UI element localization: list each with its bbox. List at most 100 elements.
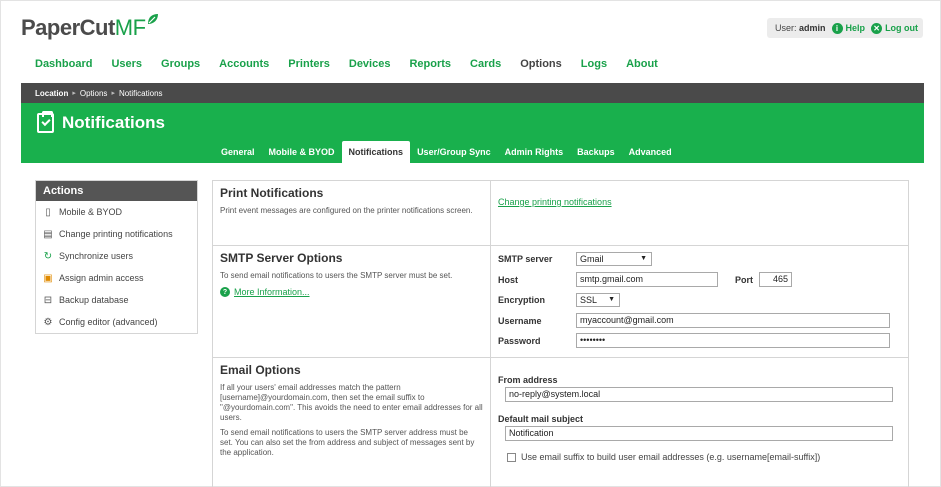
email-options-desc-1: If all your users' email addresses match… bbox=[220, 383, 483, 422]
smtp-server-select[interactable]: Gmail ▼ bbox=[576, 252, 652, 266]
action-label: Mobile & BYOD bbox=[59, 207, 123, 217]
user-panel: User: admin i Help ✕ Log out bbox=[767, 18, 923, 38]
smtp-heading: SMTP Server Options bbox=[220, 251, 343, 265]
port-label: Port bbox=[735, 275, 753, 285]
email-options-desc-2: To send email notifications to users the… bbox=[220, 428, 475, 457]
host-label: Host bbox=[498, 275, 518, 285]
breadcrumb-location[interactable]: Location bbox=[35, 89, 68, 98]
tab-admin-rights[interactable]: Admin Rights bbox=[498, 141, 571, 163]
page-header: Notifications General Mobile & BYOD Noti… bbox=[21, 103, 924, 163]
logo-text-mf: MF bbox=[114, 15, 146, 40]
change-printing-notifications-link[interactable]: Change printing notifications bbox=[498, 197, 612, 207]
nav-logs[interactable]: Logs bbox=[581, 56, 607, 82]
user-label: User: admin bbox=[775, 23, 826, 33]
help-link[interactable]: i Help bbox=[831, 22, 866, 34]
password-label: Password bbox=[498, 336, 541, 346]
action-label: Assign admin access bbox=[59, 273, 144, 283]
breadcrumb-options[interactable]: Options bbox=[80, 89, 108, 98]
email-options-section: Email Options If all your users' email a… bbox=[213, 358, 908, 487]
email-options-heading: Email Options bbox=[220, 363, 301, 377]
breadcrumb-separator-icon: ▸ bbox=[111, 90, 115, 97]
more-information-label: More Information... bbox=[234, 287, 310, 297]
encryption-value: SSL bbox=[580, 295, 598, 305]
nav-reports[interactable]: Reports bbox=[409, 56, 451, 82]
logout-label: Log out bbox=[885, 23, 919, 33]
app-window: PaperCutMF User: admin i Help ✕ Log out Da… bbox=[0, 0, 941, 487]
chevron-down-icon: ▼ bbox=[608, 296, 615, 303]
action-label: Change printing notifications bbox=[59, 229, 173, 239]
logout-link[interactable]: ✕ Log out bbox=[871, 22, 919, 34]
host-input[interactable]: smtp.gmail.com bbox=[576, 272, 718, 287]
help-label: Help bbox=[845, 23, 866, 33]
encryption-label: Encryption bbox=[498, 295, 546, 305]
nav-printers[interactable]: Printers bbox=[288, 56, 330, 82]
action-label: Backup database bbox=[59, 295, 129, 305]
action-synchronize-users[interactable]: ↻ Synchronize users bbox=[36, 245, 197, 267]
actions-title: Actions bbox=[36, 181, 197, 201]
action-backup-database[interactable]: ⊟ Backup database bbox=[36, 289, 197, 311]
logo-text-papercut: PaperCut bbox=[21, 15, 115, 40]
nav-options[interactable]: Options bbox=[520, 56, 562, 93]
email-suffix-label: Use email suffix to build user email add… bbox=[521, 452, 821, 462]
close-icon: ✕ bbox=[871, 22, 883, 34]
username-input[interactable]: myaccount@gmail.com bbox=[576, 313, 890, 328]
database-icon: ⊟ bbox=[43, 294, 53, 306]
page-title-row: Notifications bbox=[37, 111, 165, 133]
breadcrumb: Location ▸ Options ▸ Notifications bbox=[21, 83, 924, 103]
papercut-logo[interactable]: PaperCutMF bbox=[21, 14, 158, 49]
help-icon: i bbox=[831, 22, 843, 34]
lock-icon: ▣ bbox=[43, 272, 53, 284]
gear-icon: ⚙ bbox=[43, 316, 53, 328]
more-information-link[interactable]: ? More Information... bbox=[220, 287, 483, 297]
encryption-select[interactable]: SSL ▼ bbox=[576, 293, 620, 307]
nav-devices[interactable]: Devices bbox=[349, 56, 391, 82]
nav-users[interactable]: Users bbox=[111, 56, 142, 82]
smtp-server-label: SMTP server bbox=[498, 254, 553, 264]
smtp-server-value: Gmail bbox=[580, 254, 604, 264]
actions-panel: Actions ▯ Mobile & BYOD ▤ Change printin… bbox=[35, 180, 198, 334]
leaf-icon bbox=[148, 14, 158, 24]
action-label: Config editor (advanced) bbox=[59, 317, 158, 327]
tab-user-group-sync[interactable]: User/Group Sync bbox=[410, 141, 498, 163]
print-notifications-desc: Print event messages are configured on t… bbox=[220, 206, 473, 215]
nav-groups[interactable]: Groups bbox=[161, 56, 200, 82]
page-title: Notifications bbox=[62, 113, 165, 132]
default-subject-input[interactable]: Notification bbox=[505, 426, 893, 441]
nav-about[interactable]: About bbox=[626, 56, 658, 82]
smtp-section: SMTP Server Options To send email notifi… bbox=[213, 246, 908, 358]
username-label: Username bbox=[498, 316, 542, 326]
nav-accounts[interactable]: Accounts bbox=[219, 56, 269, 82]
breadcrumb-notifications: Notifications bbox=[118, 88, 163, 98]
print-notifications-section: Print Notifications Print event messages… bbox=[213, 181, 908, 246]
nav-dashboard[interactable]: Dashboard bbox=[35, 56, 92, 82]
print-notifications-heading: Print Notifications bbox=[220, 186, 324, 200]
from-address-label: From address bbox=[498, 375, 558, 385]
action-assign-admin-access[interactable]: ▣ Assign admin access bbox=[36, 267, 197, 289]
sync-icon: ↻ bbox=[43, 250, 53, 262]
action-config-editor[interactable]: ⚙ Config editor (advanced) bbox=[36, 311, 197, 333]
user-name: admin bbox=[799, 23, 826, 33]
tab-mobile-byod[interactable]: Mobile & BYOD bbox=[262, 141, 342, 163]
password-input[interactable]: •••••••• bbox=[576, 333, 890, 348]
port-input[interactable]: 465 bbox=[759, 272, 792, 287]
nav-cards[interactable]: Cards bbox=[470, 56, 501, 82]
tab-backups[interactable]: Backups bbox=[570, 141, 622, 163]
question-icon: ? bbox=[220, 287, 230, 297]
action-change-printing-notifications[interactable]: ▤ Change printing notifications bbox=[36, 223, 197, 245]
main-nav: Dashboard Users Groups Accounts Printers… bbox=[35, 56, 677, 93]
mobile-icon: ▯ bbox=[45, 206, 51, 218]
from-address-input[interactable]: no-reply@system.local bbox=[505, 387, 893, 402]
email-suffix-checkbox[interactable] bbox=[507, 453, 516, 462]
tab-general[interactable]: General bbox=[214, 141, 262, 163]
printer-icon: ▤ bbox=[43, 228, 53, 240]
clipboard-check-icon bbox=[37, 111, 54, 133]
breadcrumb-separator-icon: ▸ bbox=[72, 90, 76, 97]
options-subtabs: General Mobile & BYOD Notifications User… bbox=[214, 141, 679, 163]
chevron-down-icon: ▼ bbox=[640, 255, 647, 262]
settings-table: Print Notifications Print event messages… bbox=[212, 180, 909, 487]
action-mobile-byod[interactable]: ▯ Mobile & BYOD bbox=[36, 201, 197, 223]
tab-notifications[interactable]: Notifications bbox=[341, 141, 411, 163]
default-subject-label: Default mail subject bbox=[498, 414, 584, 424]
tab-advanced[interactable]: Advanced bbox=[622, 141, 679, 163]
action-label: Synchronize users bbox=[59, 251, 134, 261]
